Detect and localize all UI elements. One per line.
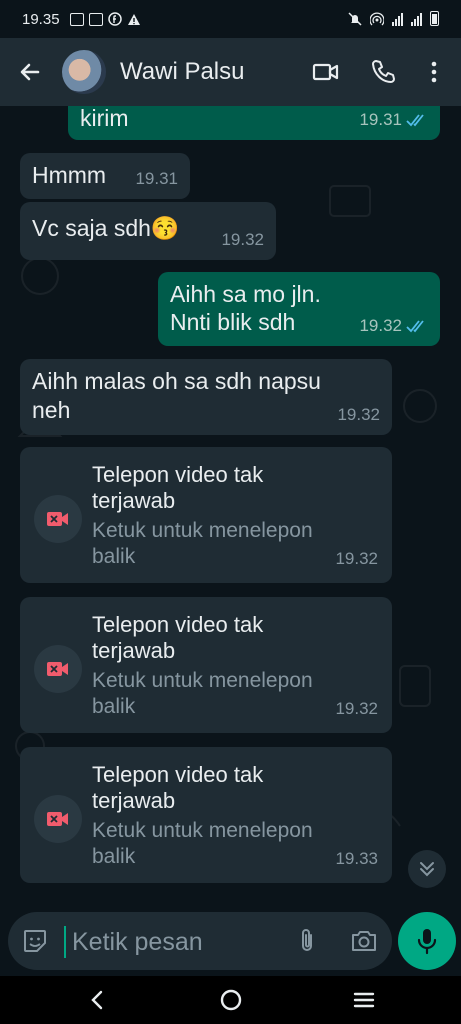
video-call-icon[interactable] <box>312 58 340 86</box>
mute-icon <box>348 12 362 26</box>
back-arrow-icon[interactable] <box>16 58 44 86</box>
mic-icon <box>417 929 437 955</box>
chat-header: Wawi Palsu <box>0 38 461 106</box>
missed-call-icon-wrap <box>34 495 82 543</box>
call-title: Telepon video tak terjawab <box>92 612 264 663</box>
call-time: 19.32 <box>335 549 378 568</box>
message-meta: 19.32 <box>359 311 428 340</box>
battery-icon <box>430 11 439 26</box>
incoming-message[interactable]: Hmmm 19.31 <box>20 153 190 199</box>
message-input[interactable] <box>70 920 284 964</box>
call-subtitle: Ketuk untuk menelepon balik <box>92 669 313 718</box>
message-list[interactable]: kirim 19.31 Hmmm 19.31 Vc saja sdh😚 19.3… <box>0 106 461 906</box>
hotspot-icon <box>370 12 384 26</box>
call-time: 19.32 <box>335 699 378 718</box>
message-text: Hmmm <box>32 162 107 188</box>
double-chevron-down-icon <box>420 862 434 877</box>
system-nav-bar <box>0 976 461 1024</box>
message-time: 19.32 <box>359 316 402 335</box>
warning-icon <box>127 13 140 25</box>
incoming-message[interactable]: Aihh malas oh sa sdh napsu neh 19.32 <box>20 359 392 435</box>
message-line: Nnti blik sdh <box>170 309 296 335</box>
message-text: kirim <box>80 106 129 131</box>
notification-icons <box>69 12 141 26</box>
message-line: Aihh sa mo jln. <box>170 281 321 307</box>
call-title: Telepon video tak terjawab <box>92 462 264 513</box>
message-time: 19.31 <box>135 169 178 188</box>
gallery-notification-icon <box>69 12 84 26</box>
message-time: 19.31 <box>359 110 402 129</box>
facebook-icon <box>107 12 122 26</box>
call-time: 19.33 <box>335 849 378 868</box>
avatar[interactable] <box>62 50 106 94</box>
sticker-icon[interactable] <box>22 928 48 954</box>
message-time: 19.32 <box>337 405 380 424</box>
missed-video-call[interactable]: Telepon video tak terjawab Ketuk untuk m… <box>20 597 392 733</box>
missed-video-call[interactable]: Telepon video tak terjawab Ketuk untuk m… <box>20 447 392 583</box>
outgoing-message[interactable]: Aihh sa mo jln. Nnti blik sdh 19.32 <box>158 272 440 346</box>
system-icons <box>348 11 439 26</box>
signal-icon <box>411 12 422 26</box>
missed-video-call-icon <box>47 812 68 826</box>
nav-back-icon[interactable] <box>86 988 110 1012</box>
status-time: 19.35 <box>22 10 60 28</box>
nav-recents-icon[interactable] <box>352 988 376 1012</box>
read-ticks-icon <box>406 319 424 332</box>
attach-icon[interactable] <box>294 927 320 955</box>
call-title: Telepon video tak terjawab <box>92 762 264 813</box>
text-cursor <box>64 926 66 958</box>
gallery-notification-icon <box>88 12 103 26</box>
read-ticks-icon <box>406 113 424 126</box>
incoming-message[interactable]: Vc saja sdh😚 19.32 <box>20 202 276 260</box>
nav-home-icon[interactable] <box>219 988 243 1012</box>
message-line: Aihh malas oh sa sdh napsu <box>32 368 321 394</box>
status-bar: 19.35 <box>0 0 461 38</box>
missed-video-call[interactable]: Telepon video tak terjawab Ketuk untuk m… <box>20 747 392 883</box>
missed-video-call-icon <box>47 512 68 526</box>
contact-name[interactable]: Wawi Palsu <box>120 58 244 86</box>
signal-icon <box>392 12 403 26</box>
message-meta: 19.31 <box>359 106 428 134</box>
call-subtitle: Ketuk untuk menelepon balik <box>92 819 313 868</box>
camera-icon[interactable] <box>350 928 378 954</box>
outgoing-message[interactable]: kirim 19.31 <box>68 106 440 140</box>
message-line: neh <box>32 397 71 423</box>
message-time: 19.32 <box>221 230 264 249</box>
message-composer <box>8 912 392 970</box>
scroll-to-bottom-button[interactable] <box>408 850 446 888</box>
voice-call-icon[interactable] <box>370 58 398 86</box>
call-subtitle: Ketuk untuk menelepon balik <box>92 519 313 568</box>
voice-message-button[interactable] <box>398 912 456 970</box>
missed-call-icon-wrap <box>34 795 82 843</box>
missed-video-call-icon <box>47 662 68 676</box>
missed-call-icon-wrap <box>34 645 82 693</box>
message-text: Vc saja sdh😚 <box>32 215 180 241</box>
more-options-icon[interactable] <box>420 58 448 86</box>
